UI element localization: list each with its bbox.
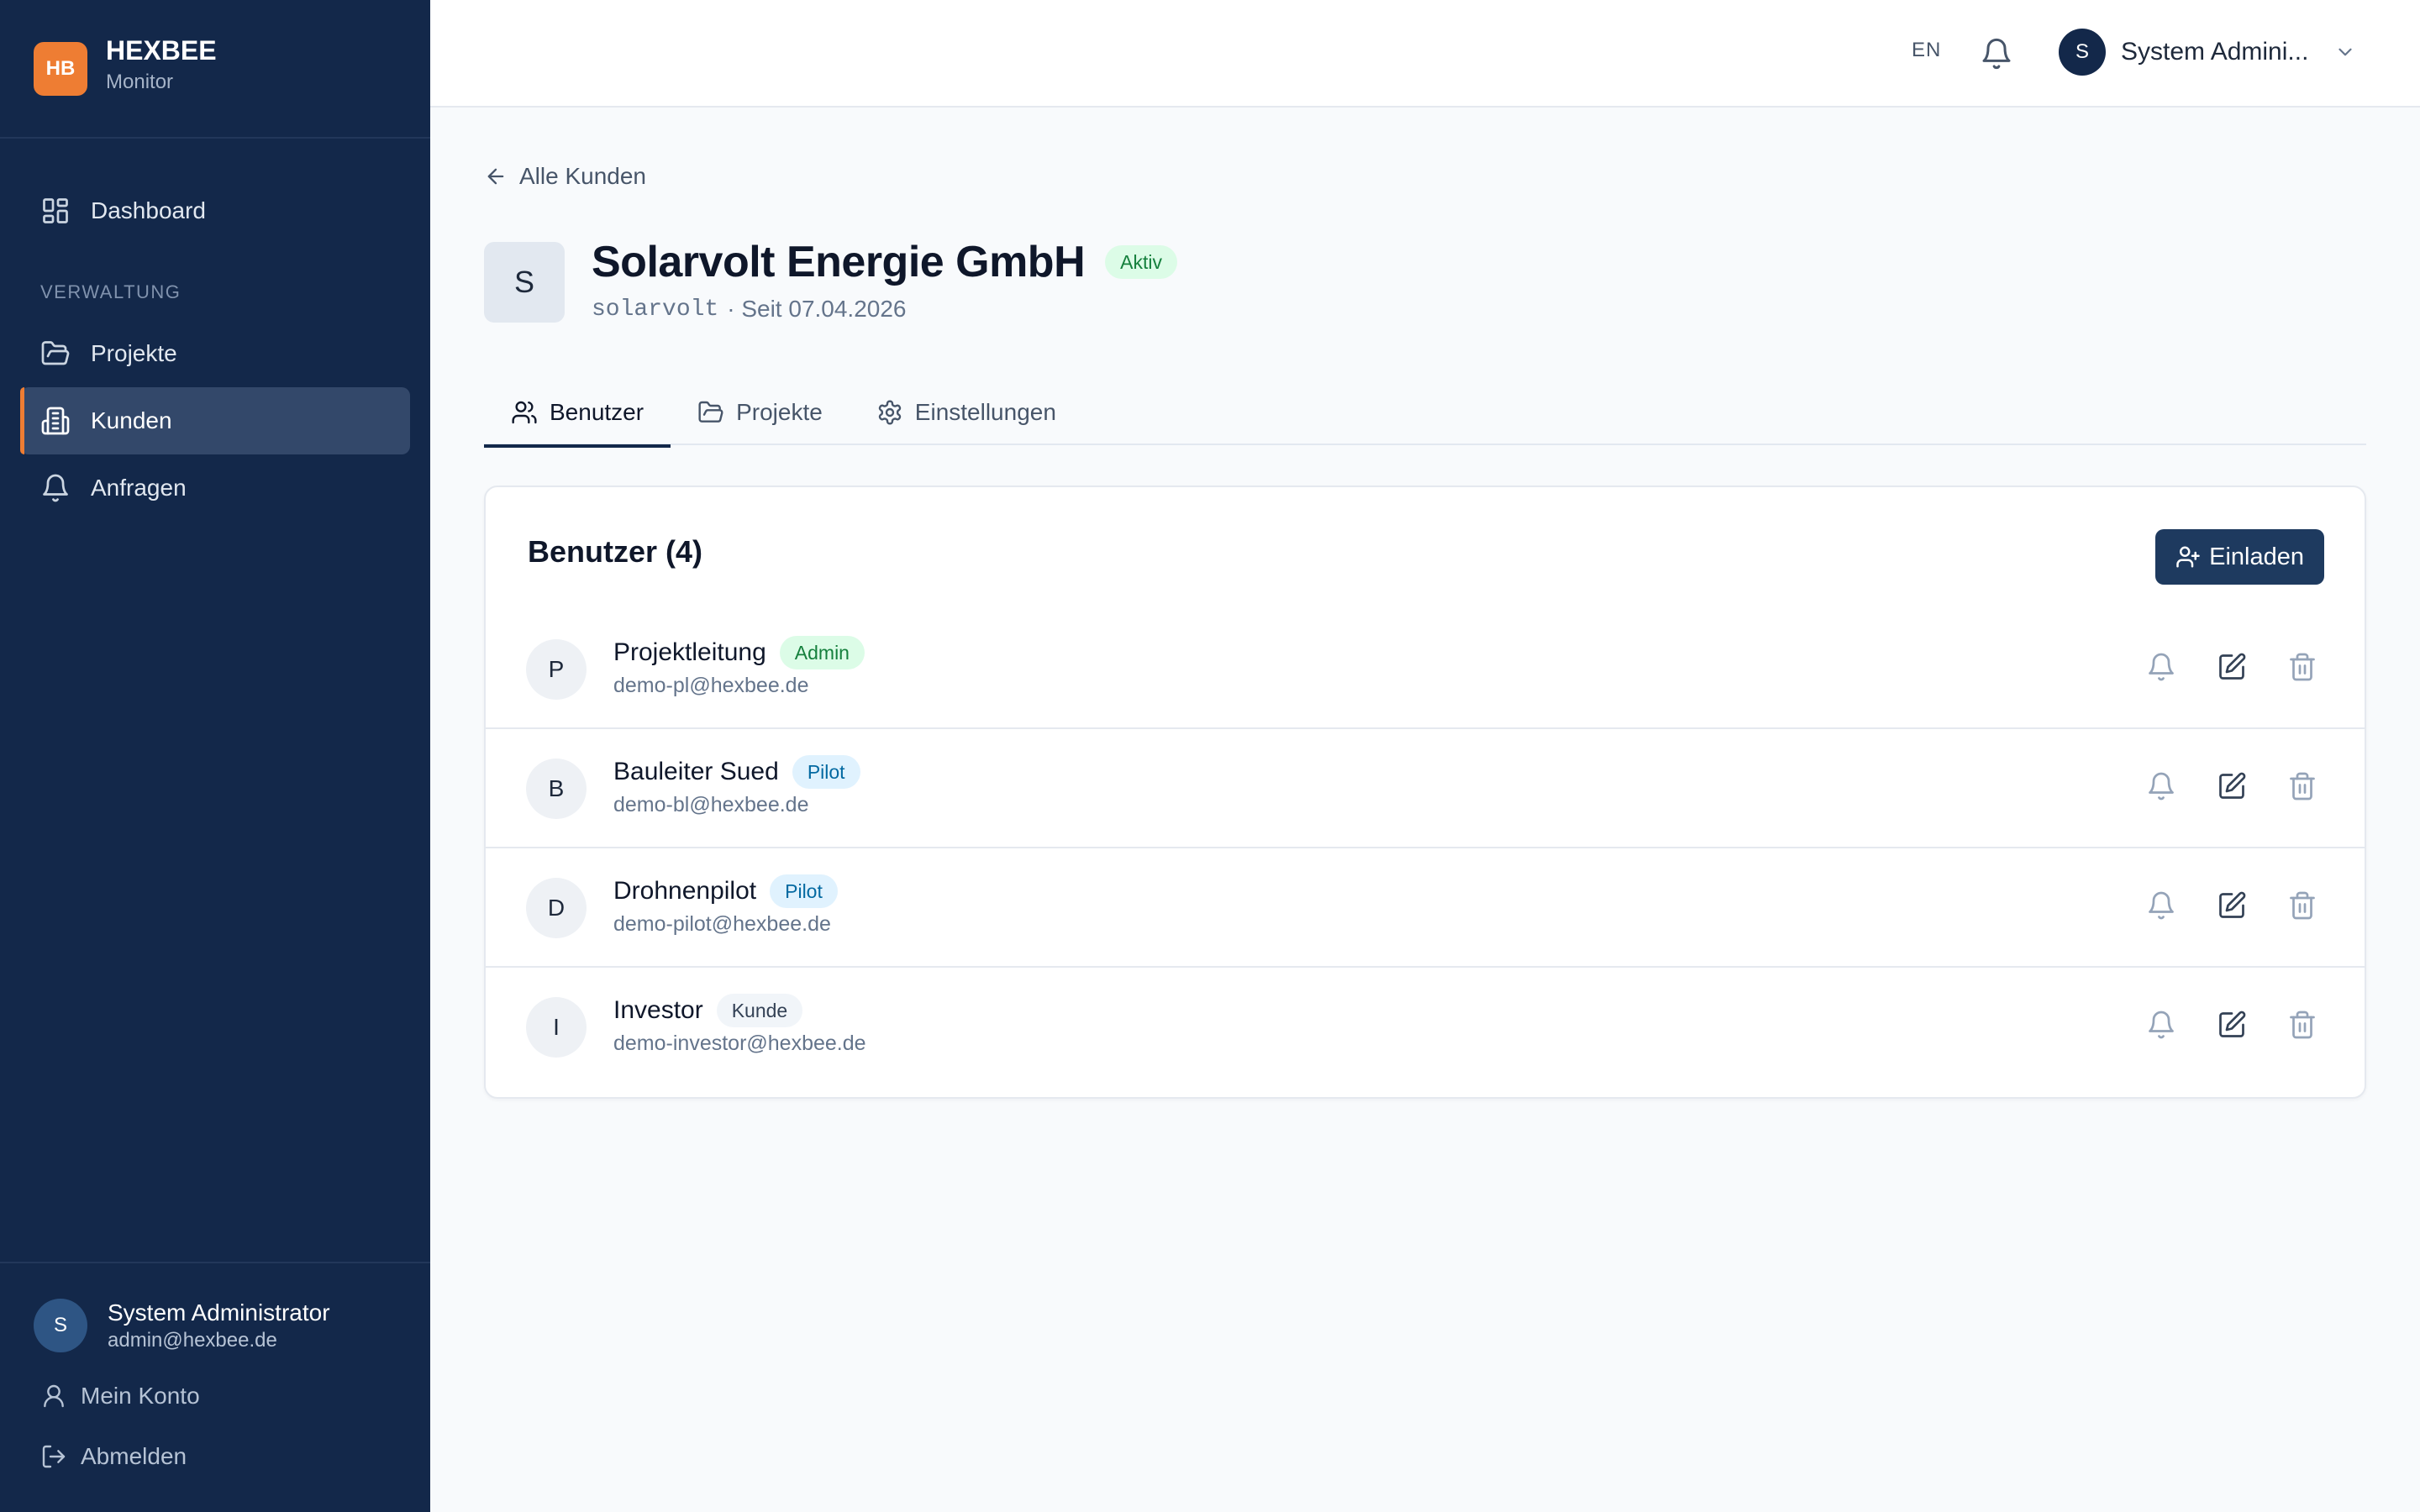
avatar: I xyxy=(526,997,587,1058)
sidebar-footer: S System Administrator admin@hexbee.de M… xyxy=(0,1262,430,1512)
user-name: Investor xyxy=(613,996,703,1024)
tab-label: Projekte xyxy=(736,399,823,425)
user-plus-icon xyxy=(2175,544,2201,570)
role-badge: Pilot xyxy=(792,755,860,789)
user-icon xyxy=(40,1383,67,1410)
sidebar-user: S System Administrator admin@hexbee.de xyxy=(0,1263,430,1352)
folder-icon xyxy=(697,399,724,426)
nav-section-label: VERWALTUNG xyxy=(40,281,182,302)
tab-label: Benutzer xyxy=(550,399,644,425)
account-link[interactable]: Mein Konto xyxy=(40,1383,430,1410)
account-label: Mein Konto xyxy=(81,1383,200,1409)
chevron-down-icon xyxy=(2334,41,2356,63)
user-list: P Projektleitung Admin demo-pl@hexbee.de… xyxy=(486,610,2365,1087)
user-email: admin@hexbee.de xyxy=(108,1329,277,1352)
building-icon xyxy=(40,406,71,436)
users-icon xyxy=(511,399,538,426)
brand-subtitle: Monitor xyxy=(106,71,174,93)
sidebar-item-label: Kunden xyxy=(91,407,172,433)
sidebar-item-projekte[interactable]: Projekte xyxy=(20,320,410,387)
trash-icon[interactable] xyxy=(2287,890,2317,921)
role-badge: Pilot xyxy=(770,874,838,908)
user-email: demo-pl@hexbee.de xyxy=(613,674,809,697)
tab-label: Einstellungen xyxy=(914,399,1056,425)
user-row: I Investor Kunde demo-investor@hexbee.de xyxy=(486,968,2365,1087)
user-name: Bauleiter Sued xyxy=(613,758,779,785)
brand-logo: HB xyxy=(34,42,87,96)
sidebar-item-dashboard[interactable]: Dashboard xyxy=(20,177,410,244)
sidebar: HB HEXBEE Monitor Dashboard VERWALTUNG P… xyxy=(0,0,430,1512)
user-name: System Administrator xyxy=(108,1299,330,1326)
user-email: demo-bl@hexbee.de xyxy=(613,793,809,816)
users-card: Benutzer (4) Einladen P Projektleitung A… xyxy=(484,486,2366,1099)
avatar: P xyxy=(526,639,587,700)
sidebar-item-label: Projekte xyxy=(91,340,177,366)
dashboard-icon xyxy=(40,196,71,226)
bell-icon xyxy=(40,473,71,503)
customer-header: Solarvolt Energie GmbH Aktiv xyxy=(592,237,1177,287)
user-row: B Bauleiter Sued Pilot demo-bl@hexbee.de xyxy=(486,729,2365,848)
user-row: P Projektleitung Admin demo-pl@hexbee.de xyxy=(486,610,2365,729)
edit-icon[interactable] xyxy=(2217,890,2247,921)
notify-bell-icon[interactable] xyxy=(2146,890,2176,921)
user-menu-name: System Admini... xyxy=(2121,38,2309,66)
status-badge: Aktiv xyxy=(1105,245,1177,279)
notify-bell-icon[interactable] xyxy=(2146,652,2176,682)
avatar: S xyxy=(34,1299,87,1352)
page-title: Solarvolt Energie GmbH xyxy=(592,238,1086,286)
avatar: S xyxy=(2059,29,2106,76)
user-row: D Drohnenpilot Pilot demo-pilot@hexbee.d… xyxy=(486,848,2365,968)
tab-einstellungen[interactable]: Einstellungen xyxy=(850,380,1083,445)
notifications-bell-icon[interactable] xyxy=(1980,37,2013,71)
tab-projekte[interactable]: Projekte xyxy=(671,380,850,445)
invite-button-label: Einladen xyxy=(2209,543,2304,570)
arrow-left-icon xyxy=(484,165,508,188)
sidebar-nav: Dashboard VERWALTUNG Projekte Kunden Anf… xyxy=(0,139,430,522)
logout-label: Abmelden xyxy=(81,1443,187,1469)
back-link-label: Alle Kunden xyxy=(519,163,647,189)
avatar: B xyxy=(526,759,587,819)
language-switch[interactable]: EN xyxy=(1912,39,1941,62)
user-name: Drohnenpilot xyxy=(613,877,757,905)
sidebar-item-label: Dashboard xyxy=(91,197,206,223)
folder-icon xyxy=(40,339,71,369)
role-badge: Kunde xyxy=(716,994,803,1027)
sidebar-item-anfragen[interactable]: Anfragen xyxy=(20,454,410,522)
user-email: demo-investor@hexbee.de xyxy=(613,1032,866,1055)
customer-avatar: S xyxy=(484,242,565,323)
notify-bell-icon[interactable] xyxy=(2146,1010,2176,1040)
brand-name: HEXBEE xyxy=(106,35,217,66)
edit-icon[interactable] xyxy=(2217,1010,2247,1040)
trash-icon[interactable] xyxy=(2287,652,2317,682)
user-email: demo-pilot@hexbee.de xyxy=(613,912,831,936)
sidebar-item-label: Anfragen xyxy=(91,475,187,501)
edit-icon[interactable] xyxy=(2217,652,2247,682)
sidebar-item-kunden[interactable]: Kunden xyxy=(20,387,410,454)
tab-bar: Benutzer Projekte Einstellungen xyxy=(484,380,2366,448)
role-badge: Admin xyxy=(779,636,865,669)
back-link[interactable]: Alle Kunden xyxy=(484,163,646,190)
card-title: Benutzer (4) xyxy=(528,534,703,569)
customer-since: · Seit 07.04.2026 xyxy=(727,296,907,322)
avatar: D xyxy=(526,878,587,938)
user-name: Projektleitung xyxy=(613,638,766,666)
notify-bell-icon[interactable] xyxy=(2146,771,2176,801)
gear-icon xyxy=(876,399,903,426)
customer-meta: solarvolt · Seit 07.04.2026 xyxy=(592,296,907,323)
edit-icon[interactable] xyxy=(2217,771,2247,801)
logout-icon xyxy=(40,1443,67,1470)
user-menu[interactable]: S System Admini... xyxy=(2059,29,2356,76)
tab-benutzer[interactable]: Benutzer xyxy=(484,380,671,448)
trash-icon[interactable] xyxy=(2287,1010,2317,1040)
customer-slug: solarvolt xyxy=(592,296,719,323)
trash-icon[interactable] xyxy=(2287,771,2317,801)
brand: HB HEXBEE Monitor xyxy=(0,0,430,139)
invite-button[interactable]: Einladen xyxy=(2155,529,2324,585)
logout-link[interactable]: Abmelden xyxy=(40,1443,430,1470)
